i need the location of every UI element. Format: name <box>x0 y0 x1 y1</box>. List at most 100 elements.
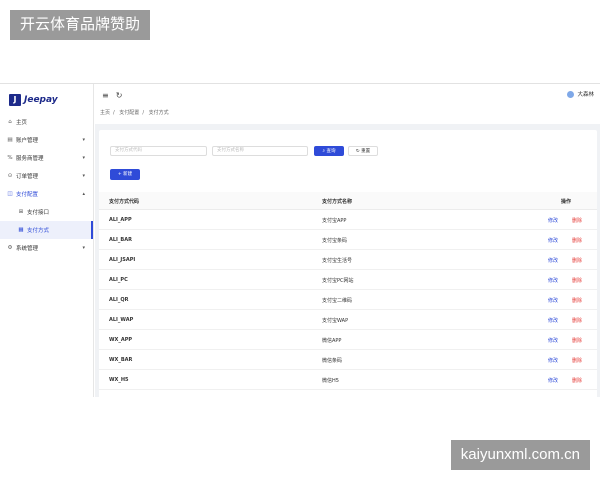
order-icon: ⊙ <box>7 173 13 179</box>
logo[interactable]: J Jeepay <box>0 88 93 112</box>
breadcrumb-pay-config[interactable]: 支付配置 <box>119 110 139 116</box>
top-header: ≡ ↻ 大森林 <box>95 84 600 106</box>
chevron-down-icon: ▾ <box>82 245 85 251</box>
pay-way-code: ALI_WAP <box>109 317 134 323</box>
table-row: ALI_JSAPI 支付宝生活号 修改 删除 <box>99 250 597 270</box>
reset-button-label: 重置 <box>361 149 371 154</box>
account-icon: ▤ <box>7 137 13 143</box>
avatar <box>567 90 575 98</box>
name-search-input[interactable]: 支付方式名称 <box>212 146 308 156</box>
logo-text: Jeepay <box>24 95 58 105</box>
pay-way-name: 支付宝PC网站 <box>322 278 354 284</box>
sidebar-menu: ⌂ 主页 ▤ 账户管理 ▾ % 服务商管理 ▾ ⊙ 订单管理 ▾ ◫ 支付配置 … <box>0 113 93 257</box>
pay-way-code: ALI_PC <box>109 277 128 283</box>
content-card: 支付方式代码 支付方式名称 ⌕ 查询 ↻ 重置 + 新建 支付方式代码 支付方式… <box>99 130 597 397</box>
pay-way-code: ALI_JSAPI <box>109 257 136 263</box>
pay-config-icon: ◫ <box>7 191 13 197</box>
pay-way-code: ALI_BAR <box>109 237 132 243</box>
table-header: 支付方式代码 支付方式名称 操作 <box>99 192 597 210</box>
query-button-label: 查询 <box>326 149 336 154</box>
service-icon: % <box>7 155 13 161</box>
pay-way-name: 支付宝WAP <box>322 318 349 324</box>
breadcrumb-current: 支付方式 <box>148 110 169 116</box>
delete-link[interactable]: 删除 <box>572 237 582 244</box>
delete-link[interactable]: 删除 <box>572 297 582 304</box>
main-content: 支付方式代码 支付方式名称 ⌕ 查询 ↻ 重置 + 新建 支付方式代码 支付方式… <box>95 124 600 397</box>
pay-way-icon: ▦ <box>18 227 24 233</box>
add-button-label: 新建 <box>123 172 133 177</box>
chevron-down-icon: ▾ <box>82 155 85 161</box>
pay-way-code: WX_BAR <box>109 357 133 363</box>
query-button[interactable]: ⌕ 查询 <box>314 146 344 156</box>
edit-link[interactable]: 修改 <box>548 237 558 244</box>
code-search-input[interactable]: 支付方式代码 <box>110 146 207 156</box>
pay-way-name: 微信条码 <box>322 358 343 364</box>
plus-icon: + <box>117 172 122 177</box>
breadcrumb-home[interactable]: 主页 <box>100 110 110 116</box>
menu-fold-icon[interactable]: ≡ <box>102 91 109 100</box>
breadcrumb: 主页 / 支付配置 / 支付方式 <box>100 110 169 116</box>
user-menu[interactable]: 大森林 <box>567 90 594 98</box>
edit-link[interactable]: 修改 <box>548 377 558 384</box>
edit-link[interactable]: 修改 <box>548 277 558 284</box>
refresh-icon[interactable]: ↻ <box>116 91 123 100</box>
sidebar: J Jeepay ⌂ 主页 ▤ 账户管理 ▾ % 服务商管理 ▾ ⊙ 订单管理 … <box>0 84 94 397</box>
table-row: ALI_BAR 支付宝条码 修改 删除 <box>99 230 597 250</box>
sidebar-item-pay-way[interactable]: ▦ 支付方式 <box>0 221 93 239</box>
table-row: WX_H5 微信H5 修改 删除 <box>99 370 597 390</box>
edit-link[interactable]: 修改 <box>548 337 558 344</box>
sidebar-item-order[interactable]: ⊙ 订单管理 ▾ <box>0 167 93 185</box>
column-header-actions: 操作 <box>561 199 572 205</box>
chevron-down-icon: ▾ <box>82 173 85 179</box>
edit-link[interactable]: 修改 <box>548 217 558 224</box>
watermark-bottom: kaiyunxml.com.cn <box>450 440 590 470</box>
app-window: J Jeepay ⌂ 主页 ▤ 账户管理 ▾ % 服务商管理 ▾ ⊙ 订单管理 … <box>0 83 600 397</box>
table-row: ALI_QR 支付宝二维码 修改 删除 <box>99 290 597 310</box>
sidebar-item-pay-config[interactable]: ◫ 支付配置 ▴ <box>0 185 93 203</box>
table-row: ALI_APP 支付宝APP 修改 删除 <box>99 210 597 230</box>
chevron-up-icon: ▴ <box>82 191 85 197</box>
sidebar-item-service[interactable]: % 服务商管理 ▾ <box>0 149 93 167</box>
edit-link[interactable]: 修改 <box>548 257 558 264</box>
sidebar-item-system[interactable]: ⚙ 系统管理 ▾ <box>0 239 93 257</box>
sidebar-item-label: 支付接口 <box>27 210 50 216</box>
delete-link[interactable]: 删除 <box>572 277 582 284</box>
sidebar-item-label: 支付方式 <box>27 228 50 234</box>
edit-link[interactable]: 修改 <box>548 357 558 364</box>
table-row: ALI_WAP 支付宝WAP 修改 删除 <box>99 310 597 330</box>
reset-button[interactable]: ↻ 重置 <box>348 146 378 156</box>
add-button[interactable]: + 新建 <box>110 169 140 180</box>
pay-way-code: ALI_QR <box>109 297 129 303</box>
search-icon: ⌕ <box>322 149 326 154</box>
pay-way-code: WX_H5 <box>109 377 129 383</box>
user-name: 大森林 <box>577 92 594 98</box>
sidebar-item-label: 账户管理 <box>16 138 39 144</box>
delete-link[interactable]: 删除 <box>572 357 582 364</box>
sidebar-item-pay-interface[interactable]: ⊞ 支付接口 <box>0 203 93 221</box>
watermark-top: 开云体育品牌赞助 <box>10 10 151 40</box>
sidebar-item-label: 支付配置 <box>16 192 39 198</box>
sidebar-item-home[interactable]: ⌂ 主页 <box>0 113 93 131</box>
column-header-name: 支付方式名称 <box>322 199 353 205</box>
pay-way-name: 支付宝条码 <box>322 238 348 244</box>
home-icon: ⌂ <box>8 119 12 125</box>
settings-icon: ⚙ <box>7 245 13 251</box>
delete-link[interactable]: 删除 <box>572 257 582 264</box>
pay-way-name: 支付宝APP <box>322 218 347 224</box>
table-row: WX_BAR 微信条码 修改 删除 <box>99 350 597 370</box>
delete-link[interactable]: 删除 <box>572 217 582 224</box>
interface-icon: ⊞ <box>18 209 24 215</box>
edit-link[interactable]: 修改 <box>548 297 558 304</box>
table-row: ALI_PC 支付宝PC网站 修改 删除 <box>99 270 597 290</box>
delete-link[interactable]: 删除 <box>572 317 582 324</box>
sidebar-item-label: 服务商管理 <box>16 156 44 162</box>
delete-link[interactable]: 删除 <box>572 377 582 384</box>
pay-way-code: WX_APP <box>109 337 133 343</box>
delete-link[interactable]: 删除 <box>572 337 582 344</box>
edit-link[interactable]: 修改 <box>548 317 558 324</box>
chevron-down-icon: ▾ <box>82 137 85 143</box>
sidebar-item-label: 订单管理 <box>16 174 39 180</box>
table-row: WX_APP 微信APP 修改 删除 <box>99 330 597 350</box>
sidebar-item-account[interactable]: ▤ 账户管理 ▾ <box>0 131 93 149</box>
sidebar-item-label: 主页 <box>16 120 28 126</box>
